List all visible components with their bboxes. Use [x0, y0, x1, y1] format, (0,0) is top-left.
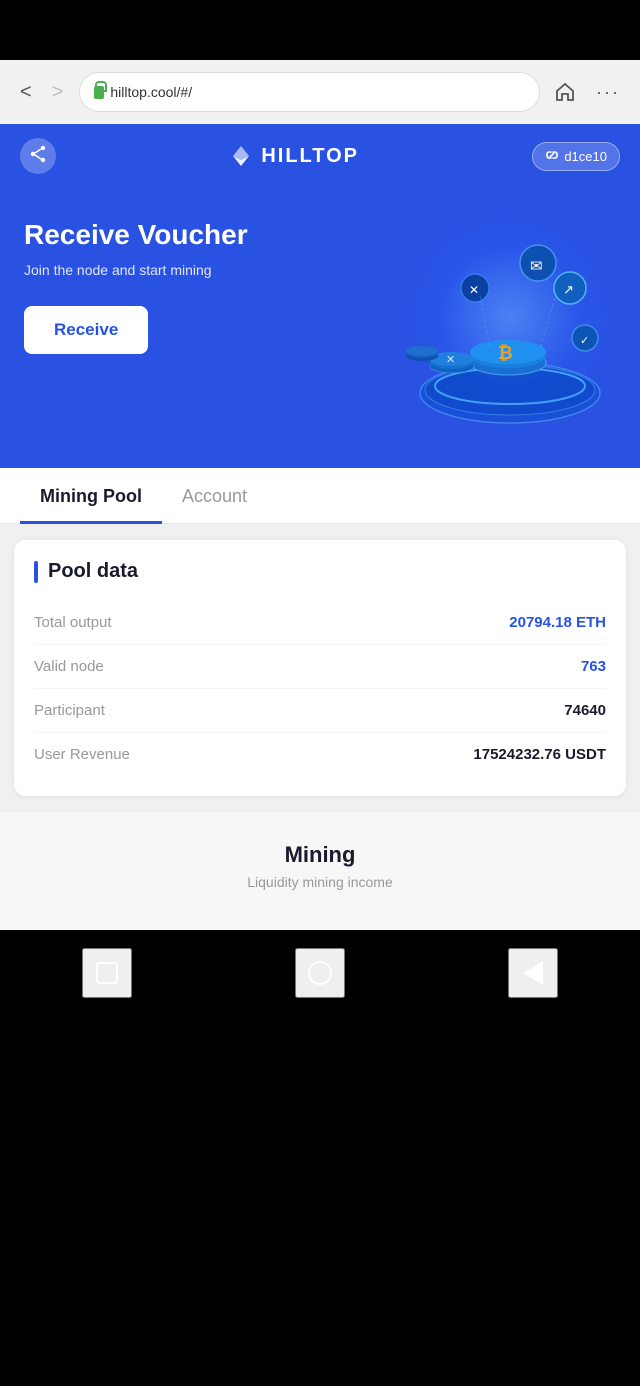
- home-icon: [554, 81, 576, 103]
- address-bar[interactable]: hilltop.cool/#/: [79, 72, 540, 112]
- hero-subtitle: Join the node and start mining: [24, 262, 350, 278]
- table-row: Total output 20794.18 ETH: [34, 601, 606, 645]
- pool-data-card: Pool data Total output 20794.18 ETH Vali…: [14, 540, 626, 796]
- svg-text:✕: ✕: [469, 283, 479, 297]
- home-button[interactable]: [550, 77, 580, 107]
- hero-text-area: Receive Voucher Join the node and start …: [24, 218, 350, 354]
- data-value-total-output: 20794.18 ETH: [509, 614, 606, 631]
- data-value-participant: 74640: [564, 702, 606, 719]
- data-label-participant: Participant: [34, 702, 105, 719]
- tab-account[interactable]: Account: [162, 468, 267, 524]
- share-button[interactable]: [20, 138, 56, 174]
- back-nav-button[interactable]: [508, 948, 558, 998]
- browser-nav: < >: [14, 77, 69, 108]
- logo-text: HILLTOP: [261, 145, 359, 168]
- url-text: hilltop.cool/#/: [110, 84, 192, 100]
- tab-bar: Mining Pool Account: [0, 468, 640, 524]
- svg-text:✉: ✉: [530, 258, 543, 275]
- triangle-icon: [523, 961, 543, 985]
- data-label-valid-node: Valid node: [34, 658, 104, 675]
- browser-toolbar: < > hilltop.cool/#/ ···: [0, 60, 640, 124]
- svg-text:₿: ₿: [498, 343, 513, 363]
- table-row: User Revenue 17524232.76 USDT: [34, 733, 606, 776]
- svg-text:✓: ✓: [580, 335, 589, 347]
- circle-icon: [308, 961, 332, 985]
- blue-indicator: [34, 561, 38, 583]
- ssl-lock-icon: [94, 86, 104, 99]
- logo-area: HILLTOP: [229, 144, 359, 168]
- app-header: HILLTOP d1ce10: [0, 124, 640, 188]
- forward-button[interactable]: >: [46, 77, 70, 108]
- hero-title: Receive Voucher: [24, 218, 350, 252]
- tab-mining-pool[interactable]: Mining Pool: [20, 468, 162, 524]
- pool-card-title: Pool data: [48, 560, 138, 583]
- android-nav-bar: [0, 930, 640, 1090]
- mining-subtitle: Liquidity mining income: [20, 874, 620, 890]
- square-icon: [96, 962, 118, 984]
- data-label-user-revenue: User Revenue: [34, 746, 130, 763]
- ethereum-logo: [229, 144, 253, 168]
- share-icon: [29, 145, 47, 168]
- home-nav-button[interactable]: [295, 948, 345, 998]
- svg-text:↗: ↗: [563, 282, 574, 297]
- app-content: HILLTOP d1ce10 Receive Voucher Join the …: [0, 124, 640, 930]
- mining-title: Mining: [20, 842, 620, 868]
- data-value-valid-node: 763: [581, 658, 606, 675]
- svg-text:✕: ✕: [446, 354, 455, 366]
- hero-banner: Receive Voucher Join the node and start …: [0, 188, 640, 468]
- crypto-illustration: ₿ ✕ ↗ ✉ ✕ ✓: [380, 208, 620, 448]
- recent-apps-button[interactable]: [82, 948, 132, 998]
- receive-button[interactable]: Receive: [24, 306, 148, 354]
- table-row: Valid node 763: [34, 645, 606, 689]
- more-button[interactable]: ···: [590, 78, 626, 107]
- back-button[interactable]: <: [14, 77, 38, 108]
- data-label-total-output: Total output: [34, 614, 112, 631]
- table-row: Participant 74640: [34, 689, 606, 733]
- wallet-badge[interactable]: d1ce10: [532, 142, 620, 171]
- link-icon: [545, 148, 559, 165]
- wallet-id: d1ce10: [564, 149, 607, 164]
- mining-section: Mining Liquidity mining income: [0, 812, 640, 930]
- pool-card-header: Pool data: [34, 560, 606, 583]
- status-bar: [0, 0, 640, 60]
- data-value-user-revenue: 17524232.76 USDT: [473, 746, 606, 763]
